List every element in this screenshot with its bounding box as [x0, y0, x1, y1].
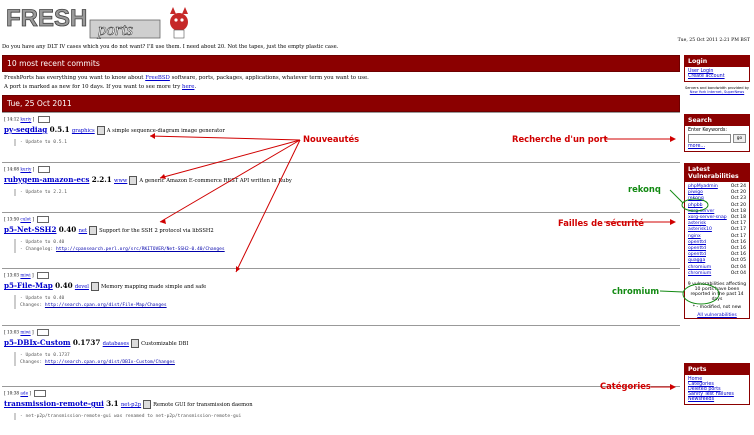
commit-line: - net-p2p/transmission-remote-gui was re…	[20, 413, 678, 420]
annotation-rekonq: rekonq	[628, 184, 661, 194]
commit-message: - net-p2p/transmission-remote-gui was re…	[14, 412, 678, 420]
annotation-nouveautes: Nouveautés	[303, 134, 360, 144]
annotation-chromium: chromium	[612, 286, 660, 296]
annotation-recherche: Recherche d'un port	[512, 134, 608, 144]
annotation-failles: Failles de sécurité	[558, 218, 644, 228]
annotation-arrows	[149, 133, 720, 390]
commit-text: - net-p2p/transmission-remote-gui was re…	[20, 413, 242, 419]
annotation-categories: Catégories	[600, 381, 651, 391]
